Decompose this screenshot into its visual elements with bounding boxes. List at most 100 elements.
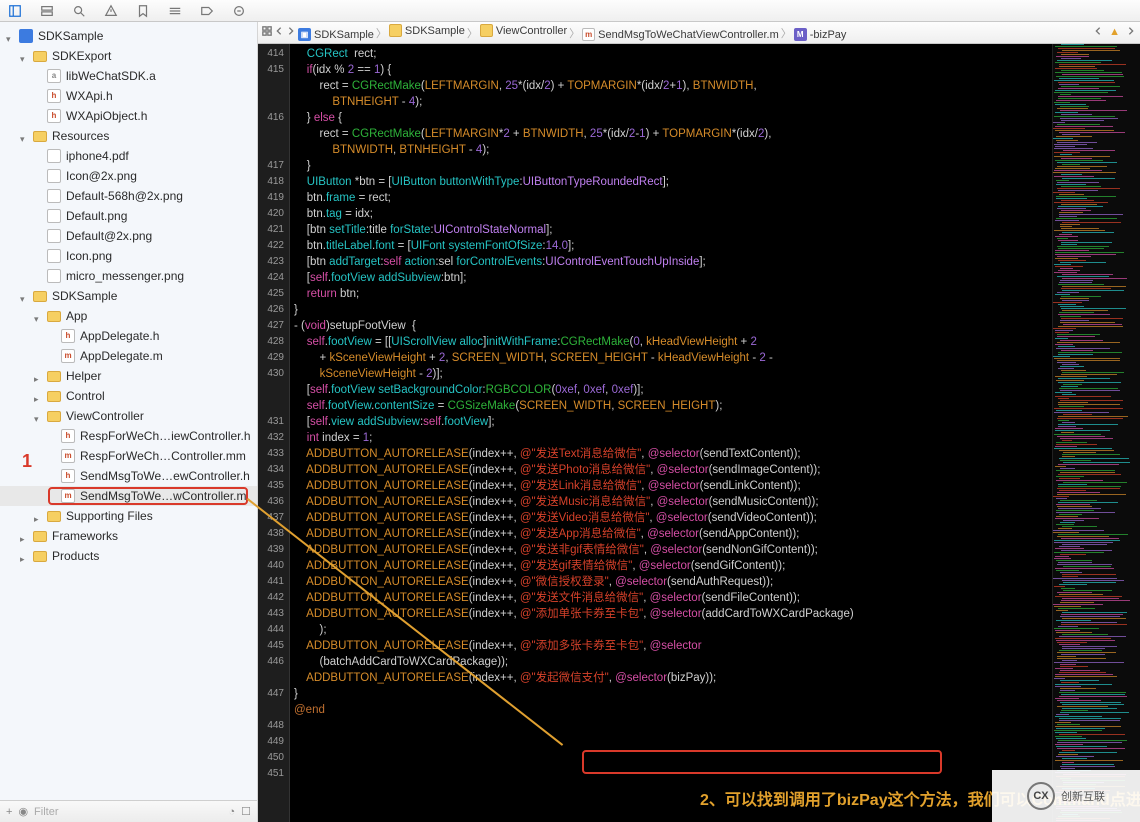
tree-label: SendMsgToWe…wController.m — [80, 489, 247, 503]
navigator-footer: + ◉ Filter ◔ ☐ — [0, 800, 257, 822]
tree-row[interactable]: Default@2x.png — [0, 226, 257, 246]
tree-row[interactable]: a libWeChatSDK.a — [0, 66, 257, 86]
tree-row[interactable]: mAppDelegate.m — [0, 346, 257, 366]
tree-row[interactable]: SDKSample — [0, 26, 257, 46]
filter-field[interactable]: Filter — [34, 806, 58, 818]
filter-scope-icon[interactable]: ◉ — [18, 805, 28, 818]
breadcrumb-label: ViewController — [496, 25, 567, 37]
tree-label: ViewController — [66, 409, 144, 423]
folder-icon — [46, 389, 62, 403]
tree-row[interactable]: Helper — [0, 366, 257, 386]
test-nav-icon[interactable] — [134, 2, 152, 20]
tree-row[interactable]: m SendMsgToWe…wController.m — [0, 486, 257, 506]
tree-row[interactable]: mRespForWeCh…Controller.mm — [0, 446, 257, 466]
tree-row[interactable]: Control — [0, 386, 257, 406]
folder-icon — [32, 49, 48, 63]
tree-label: Default@2x.png — [66, 229, 152, 243]
tree-label: Default.png — [66, 209, 127, 223]
warning-indicator-icon[interactable]: ▲ — [1109, 26, 1120, 39]
tree-row[interactable]: hRespForWeCh…iewController.h — [0, 426, 257, 446]
tree-row[interactable]: micro_messenger.png — [0, 266, 257, 286]
related-items-icon[interactable] — [262, 26, 272, 39]
breadcrumb-icon — [480, 24, 493, 37]
folder-icon — [32, 129, 48, 143]
tree-label: App — [66, 309, 87, 323]
tree-row[interactable]: Icon@2x.png — [0, 166, 257, 186]
tree-label: Icon.png — [66, 249, 112, 263]
find-nav-icon[interactable] — [70, 2, 88, 20]
minimap[interactable] — [1052, 44, 1140, 822]
folder-icon — [46, 369, 62, 383]
scm-filter-icon[interactable]: ☐ — [241, 805, 251, 818]
breadcrumb-item[interactable]: ▣SDKSample — [298, 28, 374, 41]
breadcrumb-label: SDKSample — [405, 25, 465, 37]
breakpoint-nav-icon[interactable] — [198, 2, 216, 20]
watermark-icon: CX — [1027, 782, 1055, 810]
line-gutter[interactable]: 414415 416 41741841942042142242342442542… — [258, 44, 290, 822]
watermark-text: 创新互联 — [1061, 788, 1105, 804]
code-editor[interactable]: CGRect rect; if(idx % 2 == 1) { rect = C… — [290, 44, 1052, 822]
jump-bar[interactable]: ▣SDKSample〉SDKSample〉ViewController〉mSen… — [258, 22, 1140, 44]
project-nav-icon[interactable] — [6, 2, 24, 20]
h-icon: h — [60, 329, 76, 343]
tree-row[interactable]: App — [0, 306, 257, 326]
breadcrumb-label: -bizPay — [810, 29, 847, 41]
tree-label: Icon@2x.png — [66, 169, 137, 183]
m-icon: m — [60, 489, 76, 503]
tree-row[interactable]: hWXApi.h — [0, 86, 257, 106]
tree-row[interactable]: hWXApiObject.h — [0, 106, 257, 126]
def-icon — [46, 169, 62, 183]
watermark: CX 创新互联 — [992, 770, 1140, 822]
editor-area: ▣SDKSample〉SDKSample〉ViewController〉mSen… — [258, 22, 1140, 822]
tree-label: SendMsgToWe…ewController.h — [80, 469, 250, 483]
def-icon — [46, 229, 62, 243]
forward-icon[interactable] — [286, 26, 296, 39]
h-icon: h — [46, 89, 62, 103]
tree-row[interactable]: Icon.png — [0, 246, 257, 266]
tree-row[interactable]: Default-568h@2x.png — [0, 186, 257, 206]
breadcrumb-icon: ▣ — [298, 28, 311, 41]
tree-label: Helper — [66, 369, 101, 383]
a-icon: a — [46, 69, 62, 83]
breadcrumb-item[interactable]: M-bizPay — [794, 28, 847, 41]
breadcrumb-item[interactable]: mSendMsgToWeChatViewController.m — [582, 28, 779, 41]
tree-label: Supporting Files — [66, 509, 153, 523]
file-tree[interactable]: SDKSample SDKExport a libWeChatSDK.a hWXApi.… — [0, 22, 257, 800]
add-icon[interactable]: + — [6, 806, 12, 818]
tree-row[interactable]: hAppDelegate.h — [0, 326, 257, 346]
tree-row[interactable]: Frameworks — [0, 526, 257, 546]
tree-row[interactable]: Products — [0, 546, 257, 566]
folder-icon — [46, 509, 62, 523]
issue-nav-icon[interactable] — [102, 2, 120, 20]
tree-label: AppDelegate.m — [80, 349, 163, 363]
tree-label: Default-568h@2x.png — [66, 189, 183, 203]
source-control-nav-icon[interactable] — [38, 2, 56, 20]
tree-row[interactable]: SDKSample — [0, 286, 257, 306]
debug-nav-icon[interactable] — [166, 2, 184, 20]
breadcrumb-item[interactable]: SDKSample — [389, 24, 465, 37]
folder-icon — [46, 409, 62, 423]
breadcrumb-label: SendMsgToWeChatViewController.m — [598, 29, 779, 41]
def-icon — [46, 189, 62, 203]
tree-label: SDKExport — [52, 49, 111, 63]
back-icon[interactable] — [274, 26, 284, 39]
tree-label: RespForWeCh…Controller.mm — [80, 449, 246, 463]
recent-filter-icon[interactable]: ◔ — [228, 806, 235, 818]
breadcrumb-icon — [389, 24, 402, 37]
tree-row[interactable]: Supporting Files — [0, 506, 257, 526]
tree-row[interactable]: SDKExport — [0, 46, 257, 66]
tree-row[interactable]: Default.png — [0, 206, 257, 226]
navigator-toolbar — [0, 0, 1140, 22]
next-issue-icon[interactable] — [1126, 26, 1136, 39]
prev-issue-icon[interactable] — [1093, 26, 1103, 39]
breadcrumb-item[interactable]: ViewController — [480, 24, 567, 37]
tree-row[interactable]: hSendMsgToWe…ewController.h — [0, 466, 257, 486]
report-nav-icon[interactable] — [230, 2, 248, 20]
tree-row[interactable]: iphone4.pdf — [0, 146, 257, 166]
tree-row[interactable]: ViewController — [0, 406, 257, 426]
tree-label: libWeChatSDK.a — [66, 69, 156, 83]
breadcrumb-icon: M — [794, 28, 807, 41]
h-icon: h — [60, 429, 76, 443]
tree-row[interactable]: Resources — [0, 126, 257, 146]
def-icon — [46, 269, 62, 283]
